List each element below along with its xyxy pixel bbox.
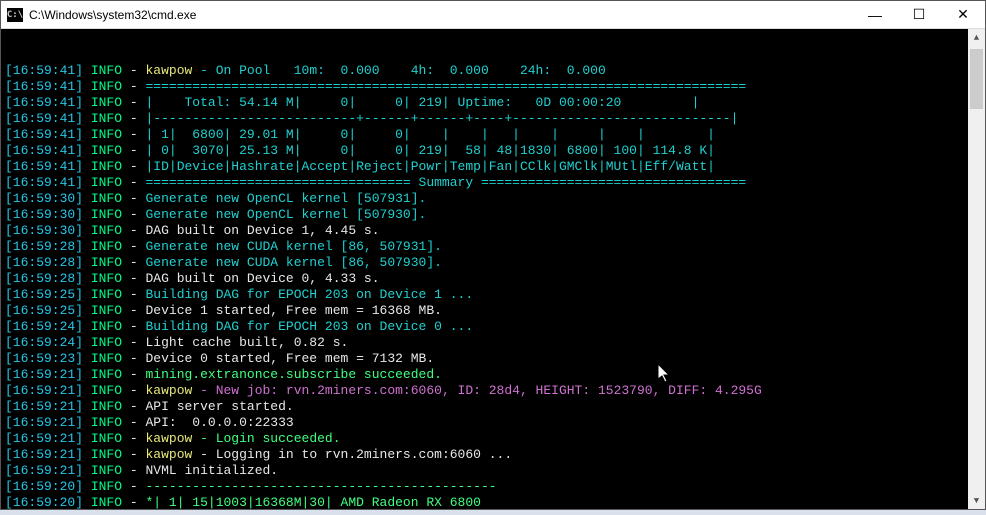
terminal-output[interactable]: [16:59:41] INFO - kawpow - On Pool 10m: …: [1, 29, 985, 509]
scroll-thumb[interactable]: [970, 49, 983, 109]
log-line: [16:59:25] INFO - Building DAG for EPOCH…: [5, 287, 981, 303]
log-line: [16:59:30] INFO - Generate new OpenCL ke…: [5, 191, 981, 207]
log-line: [16:59:25] INFO - Device 1 started, Free…: [5, 303, 981, 319]
log-line: [16:59:21] INFO - API: 0.0.0.0:22333: [5, 415, 981, 431]
log-line: [16:59:23] INFO - Device 0 started, Free…: [5, 351, 981, 367]
log-line: [16:59:30] INFO - Generate new OpenCL ke…: [5, 207, 981, 223]
log-line: [16:59:41] INFO - | Total: 54.14 M| 0| 0…: [5, 95, 981, 111]
log-line: [16:59:41] INFO - ======================…: [5, 79, 981, 95]
maximize-button[interactable]: ☐: [897, 1, 941, 28]
window-controls: — ☐ ✕: [853, 1, 985, 28]
log-line: [16:59:41] INFO - |ID|Device|Hashrate|Ac…: [5, 159, 981, 175]
log-line: [16:59:30] INFO - DAG built on Device 1,…: [5, 223, 981, 239]
log-line: [16:59:41] INFO - ======================…: [5, 175, 981, 191]
log-line: [16:59:21] INFO - kawpow - Logging in to…: [5, 447, 981, 463]
log-line: [16:59:21] INFO - NVML initialized.: [5, 463, 981, 479]
cmd-window: C:\ C:\Windows\system32\cmd.exe — ☐ ✕ [1…: [0, 0, 986, 510]
scrollbar[interactable]: ▲ ▼: [968, 29, 985, 509]
log-line: [16:59:24] INFO - Light cache built, 0.8…: [5, 335, 981, 351]
taskbar: [0, 510, 986, 515]
scroll-down-arrow[interactable]: ▼: [968, 492, 985, 509]
log-line: [16:59:20] INFO - *| 1| 15|1003|16368M|3…: [5, 495, 981, 509]
log-line: [16:59:41] INFO - |---------------------…: [5, 111, 981, 127]
log-line: [16:59:24] INFO - Building DAG for EPOCH…: [5, 319, 981, 335]
log-line: [16:59:41] INFO - kawpow - On Pool 10m: …: [5, 63, 981, 79]
titlebar[interactable]: C:\ C:\Windows\system32\cmd.exe — ☐ ✕: [1, 1, 985, 29]
close-button[interactable]: ✕: [941, 1, 985, 28]
scroll-up-arrow[interactable]: ▲: [968, 29, 985, 46]
log-line: [16:59:21] INFO - API server started.: [5, 399, 981, 415]
log-line: [16:59:20] INFO - ----------------------…: [5, 479, 981, 495]
log-line: [16:59:21] INFO - kawpow - Login succeed…: [5, 431, 981, 447]
window-title: C:\Windows\system32\cmd.exe: [29, 8, 853, 22]
cmd-icon: C:\: [7, 8, 23, 22]
log-line: [16:59:28] INFO - DAG built on Device 0,…: [5, 271, 981, 287]
log-line: [16:59:41] INFO - | 0| 3070| 25.13 M| 0|…: [5, 143, 981, 159]
log-line: [16:59:41] INFO - | 1| 6800| 29.01 M| 0|…: [5, 127, 981, 143]
log-line: [16:59:21] INFO - kawpow - New job: rvn.…: [5, 383, 981, 399]
log-line: [16:59:21] INFO - mining.extranonce.subs…: [5, 367, 981, 383]
log-line: [16:59:28] INFO - Generate new CUDA kern…: [5, 239, 981, 255]
log-line: [16:59:28] INFO - Generate new CUDA kern…: [5, 255, 981, 271]
minimize-button[interactable]: —: [853, 1, 897, 28]
